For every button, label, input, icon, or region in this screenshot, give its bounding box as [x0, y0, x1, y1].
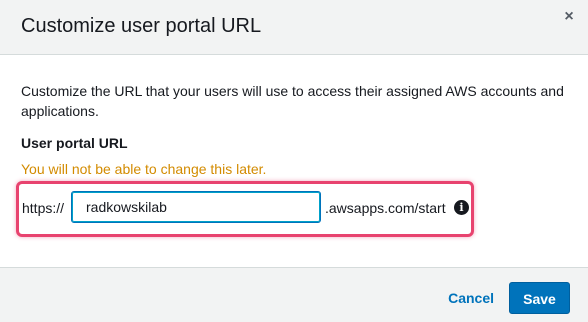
customize-url-dialog: Customize user portal URL × Customize th…: [0, 0, 588, 322]
cancel-button[interactable]: Cancel: [448, 284, 494, 312]
save-button[interactable]: Save: [509, 282, 570, 314]
dialog-footer: Cancel Save: [0, 267, 588, 322]
dialog-body: Customize the URL that your users will u…: [0, 55, 588, 267]
url-suffix: .awsapps.com/start: [325, 200, 446, 216]
warning-text: You will not be able to change this late…: [21, 161, 267, 177]
user-portal-url-label: User portal URL: [21, 135, 128, 151]
user-portal-url-input[interactable]: [71, 191, 321, 223]
info-icon[interactable]: i: [454, 200, 469, 215]
url-prefix: https://: [22, 200, 65, 216]
dialog-title: Customize user portal URL: [21, 15, 262, 37]
dialog-header: Customize user portal URL ×: [0, 0, 588, 55]
dialog-description: Customize the URL that your users will u…: [21, 83, 564, 119]
close-icon[interactable]: ×: [560, 8, 578, 26]
